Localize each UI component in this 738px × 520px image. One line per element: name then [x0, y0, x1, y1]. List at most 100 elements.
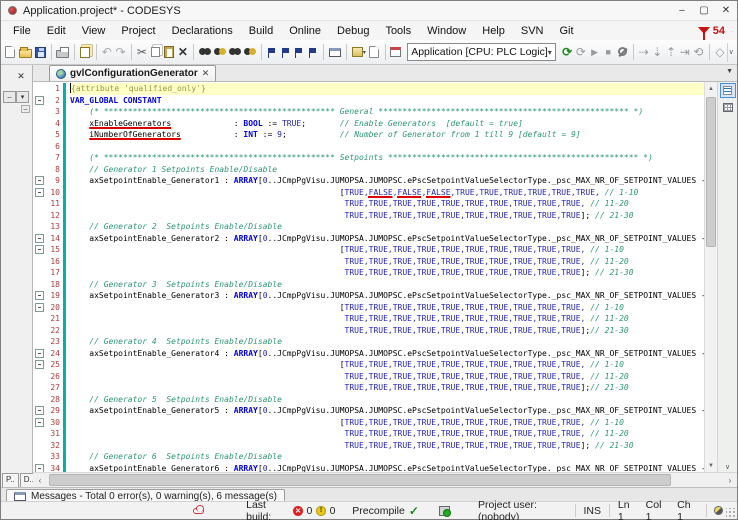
toolbar-separator: [96, 44, 97, 60]
step-into-button[interactable]: ⇣: [651, 43, 664, 62]
step-over-button[interactable]: ⇢: [637, 43, 650, 62]
fold-marker[interactable]: [33, 290, 46, 302]
code-text: axSetpointEnable_Generator2 : ARRAY[0..J…: [70, 233, 704, 245]
code-line: 11 TRUE,TRUE,TRUE,TRUE,TRUE,TRUE,TRUE,TR…: [33, 198, 704, 210]
paste-button[interactable]: [163, 43, 176, 62]
tab-list-dropdown[interactable]: ▼: [726, 68, 733, 75]
menu-window[interactable]: Window: [419, 23, 474, 39]
menu-view[interactable]: View: [74, 23, 114, 39]
vertical-scroll-track[interactable]: [705, 95, 717, 459]
replace-button[interactable]: [213, 43, 227, 62]
scroll-down-arrow[interactable]: ▼: [705, 459, 717, 472]
dock-dash-button[interactable]: –: [3, 91, 16, 103]
code-text: {attribute 'qualified_only'}: [70, 83, 704, 95]
project-settings-button[interactable]: [79, 43, 92, 62]
horizontal-scrollbar[interactable]: ‹ ›: [33, 472, 737, 487]
step-out-button[interactable]: ⇡: [665, 43, 678, 62]
fold-marker[interactable]: [33, 175, 46, 187]
scroll-up-arrow[interactable]: ▲: [705, 82, 717, 95]
menu-git[interactable]: Git: [552, 23, 582, 39]
start-button[interactable]: ▶: [588, 43, 601, 62]
tab-gvlconfigurationgenerator[interactable]: gvlConfigurationGenerator ✕: [49, 65, 216, 81]
horizontal-scroll-track[interactable]: [47, 473, 723, 487]
dock-close-button[interactable]: ✕: [14, 70, 28, 83]
toggle-bookmark-button[interactable]: [266, 43, 279, 62]
save-button[interactable]: [34, 43, 47, 62]
horizontal-scroll-thumb[interactable]: [49, 474, 671, 486]
cut-button[interactable]: ✂: [136, 43, 149, 62]
fold-marker[interactable]: [33, 463, 46, 473]
vertical-scroll-thumb[interactable]: [706, 97, 716, 247]
previous-bookmark-button[interactable]: [293, 43, 306, 62]
undo-button[interactable]: ↶: [100, 43, 113, 62]
menu-file[interactable]: File: [5, 23, 39, 39]
vertical-scrollbar[interactable]: ▲ ▼: [704, 82, 717, 472]
minimize-button[interactable]: –: [671, 2, 693, 20]
fold-marker[interactable]: [33, 417, 46, 429]
fold-marker[interactable]: [33, 187, 46, 199]
messages-view-button[interactable]: [328, 43, 342, 62]
fold-marker[interactable]: [33, 95, 46, 107]
scroll-right-arrow[interactable]: ›: [723, 473, 737, 487]
delete-button[interactable]: ✕: [177, 43, 190, 62]
fold-marker[interactable]: [33, 348, 46, 360]
print-icon: [56, 50, 69, 58]
user-balloon-icon[interactable]: [714, 506, 723, 515]
code-editor[interactable]: 1{attribute 'qualified_only'}2VAR_GLOBAL…: [33, 82, 704, 472]
dock-collapse-button[interactable]: –: [21, 105, 30, 113]
new-project-button[interactable]: [4, 43, 17, 62]
insert-mode[interactable]: INS: [583, 505, 601, 517]
menu-online[interactable]: Online: [281, 23, 329, 39]
breakpoint-settings-button[interactable]: [616, 43, 629, 62]
copy-button[interactable]: [149, 43, 162, 62]
menu-svn[interactable]: SVN: [513, 23, 552, 39]
find-button[interactable]: [198, 43, 212, 62]
next-bookmark-button[interactable]: [279, 43, 292, 62]
logout-button[interactable]: ⟳: [575, 43, 588, 62]
fold-marker[interactable]: [33, 359, 46, 371]
tab-close-icon[interactable]: ✕: [202, 68, 210, 79]
zoom-dropdown-button[interactable]: ∨: [725, 463, 730, 471]
menu-build[interactable]: Build: [241, 23, 281, 39]
active-application-combo[interactable]: Application [CPU: PLC Logic] ▾: [407, 43, 556, 61]
menu-help[interactable]: Help: [474, 23, 513, 39]
clear-bookmarks-button[interactable]: [307, 43, 320, 62]
flow-control-button[interactable]: ◇: [713, 43, 726, 62]
menu-tools[interactable]: Tools: [377, 23, 419, 39]
toolbar-overflow-button[interactable]: ∨: [727, 43, 734, 62]
redo-button[interactable]: ↷: [114, 43, 127, 62]
find-in-project-button[interactable]: [228, 43, 242, 62]
print-button[interactable]: [55, 43, 70, 62]
clean-button[interactable]: [368, 43, 381, 62]
code-text: iNumberOfGenerators : INT := 9; // Numbe…: [70, 129, 704, 141]
menu-declarations[interactable]: Declarations: [164, 23, 241, 39]
batch-button[interactable]: [389, 43, 402, 62]
open-project-button[interactable]: [18, 43, 33, 62]
tabular-view-button[interactable]: [720, 100, 736, 115]
menu-project[interactable]: Project: [113, 23, 163, 39]
login-button[interactable]: ⟳: [561, 43, 574, 62]
notification-area[interactable]: 54: [698, 25, 733, 37]
scroll-left-arrow[interactable]: ‹: [33, 473, 47, 487]
resize-grip[interactable]: [726, 508, 736, 518]
build-button[interactable]: ▾: [351, 43, 367, 62]
dock-tab-pous[interactable]: P..: [2, 473, 19, 487]
maximize-button[interactable]: ▢: [693, 2, 715, 20]
line-number: 34: [46, 463, 63, 473]
close-button[interactable]: ✕: [715, 2, 737, 20]
menu-debug[interactable]: Debug: [329, 23, 377, 39]
reset-button[interactable]: ⟲: [692, 43, 705, 62]
code-text: TRUE,TRUE,TRUE,TRUE,TRUE,TRUE,TRUE,TRUE,…: [70, 440, 704, 452]
fold-marker[interactable]: [33, 405, 46, 417]
menu-edit[interactable]: Edit: [39, 23, 74, 39]
status-separator: [609, 504, 610, 517]
replace-in-project-button[interactable]: [243, 43, 257, 62]
run-to-cursor-button[interactable]: ⇥: [678, 43, 691, 62]
dock-pin-button[interactable]: ▾: [16, 91, 29, 103]
textual-view-button[interactable]: [720, 83, 736, 98]
fold-marker[interactable]: [33, 244, 46, 256]
fold-marker[interactable]: [33, 233, 46, 245]
code-line: 8 // Generator 1 Setpoints Enable/Disabl…: [33, 164, 704, 176]
stop-button[interactable]: ■: [602, 43, 615, 62]
fold-marker[interactable]: [33, 302, 46, 314]
